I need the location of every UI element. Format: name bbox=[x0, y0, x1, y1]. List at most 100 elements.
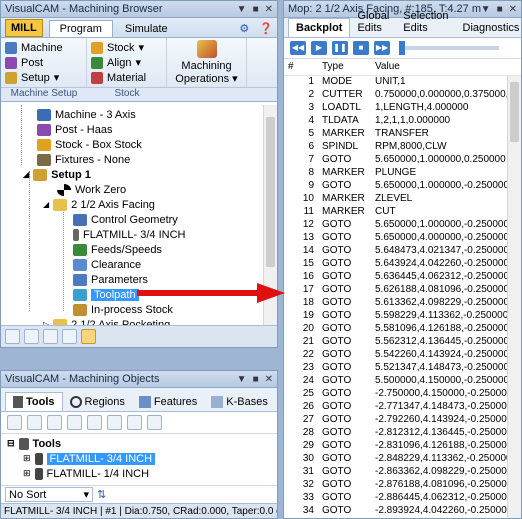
tab-features[interactable]: Features bbox=[132, 393, 204, 411]
pin-icon[interactable]: ▼ bbox=[481, 4, 491, 15]
tree-item-setup[interactable]: ◢ Setup 1 bbox=[23, 167, 91, 182]
tree-item-clearance[interactable]: Clearance bbox=[73, 257, 141, 272]
backplot-row[interactable]: 12 GOTO 5.650000,1.000000,-0.250000 bbox=[284, 219, 507, 231]
tree-item-machine[interactable]: Machine - 3 Axis bbox=[37, 107, 136, 122]
backplot-row[interactable]: 29 GOTO -2.831096,4.126188,-0.250000 bbox=[284, 440, 507, 452]
backplot-row[interactable]: 17 GOTO 5.626188,4.081096,-0.250000 bbox=[284, 284, 507, 296]
align-button[interactable]: Align ▾ bbox=[91, 55, 162, 70]
backplot-row[interactable]: 34 GOTO -2.893924,4.042260,-0.250000 bbox=[284, 505, 507, 517]
tool-button-2[interactable] bbox=[27, 415, 42, 430]
backplot-row[interactable]: 30 GOTO -2.848229,4.113362,-0.250000 bbox=[284, 453, 507, 465]
backplot-row[interactable]: 27 GOTO -2.792260,4.143924,-0.250000 bbox=[284, 414, 507, 426]
tools-root[interactable]: ⊟ Tools bbox=[7, 436, 61, 451]
forward-icon[interactable]: ▶▶ bbox=[374, 41, 390, 55]
tab-selection-edits[interactable]: Selection Edits bbox=[396, 7, 455, 37]
pin-icon[interactable]: ▼ bbox=[237, 4, 247, 15]
backplot-row[interactable]: 23 GOTO 5.521347,4.148473,-0.250000 bbox=[284, 362, 507, 374]
toolbar-button-3[interactable] bbox=[43, 329, 58, 344]
dock-icon[interactable]: ■ bbox=[497, 4, 503, 15]
scroll-thumb[interactable] bbox=[266, 117, 275, 267]
pin-icon[interactable]: ▼ bbox=[237, 374, 247, 385]
backplot-row[interactable]: 21 GOTO 5.562312,4.136445,-0.250000 bbox=[284, 336, 507, 348]
backplot-row[interactable]: 25 GOTO -2.750000,4.150000,-0.250000 bbox=[284, 388, 507, 400]
tab-tools[interactable]: Tools bbox=[5, 391, 63, 411]
tab-diagnostics[interactable]: Diagnostics bbox=[456, 19, 521, 37]
tree-item-tool[interactable]: FLATMILL- 3/4 INCH bbox=[73, 227, 186, 242]
backplot-row[interactable]: 15 GOTO 5.643924,4.042260,-0.250000 bbox=[284, 258, 507, 270]
tool-button-7[interactable] bbox=[127, 415, 142, 430]
backplot-row[interactable]: 28 GOTO -2.812312,4.136445,-0.250000 bbox=[284, 427, 507, 439]
material-button[interactable]: Material bbox=[91, 70, 162, 85]
tool-item-1[interactable]: ⊞ FLATMILL- 3/4 INCH bbox=[23, 451, 156, 466]
backplot-row[interactable]: 10 MARKER ZLEVEL bbox=[284, 193, 412, 205]
tool-button-3[interactable] bbox=[47, 415, 62, 430]
collapse-icon[interactable]: ◢ bbox=[23, 170, 29, 179]
backplot-row[interactable]: 32 GOTO -2.876188,4.081096,-0.250000 bbox=[284, 479, 507, 491]
tool-button-8[interactable] bbox=[147, 415, 162, 430]
sort-select[interactable]: No Sort ▾ bbox=[5, 487, 93, 502]
backplot-row[interactable]: 16 GOTO 5.636445,4.062312,-0.250000 bbox=[284, 271, 507, 283]
dock-icon[interactable]: ■ bbox=[253, 374, 259, 385]
backplot-row[interactable]: 14 GOTO 5.648473,4.021347,-0.250000 bbox=[284, 245, 507, 257]
backplot-row[interactable]: 33 GOTO -2.886445,4.062312,-0.250000 bbox=[284, 492, 507, 504]
toolbar-button-5[interactable] bbox=[81, 329, 96, 344]
backplot-row[interactable]: 19 GOTO 5.598229,4.113362,-0.250000 bbox=[284, 310, 507, 322]
tab-simulate[interactable]: Simulate bbox=[115, 21, 178, 37]
expand-icon[interactable]: ⊞ bbox=[23, 453, 31, 464]
progress-slider[interactable] bbox=[399, 41, 499, 55]
backplot-row[interactable]: 9 GOTO 5.650000,1.000000,-0.250000 bbox=[284, 180, 507, 192]
tab-regions[interactable]: Regions bbox=[63, 393, 132, 411]
backplot-row[interactable]: 5 MARKER TRANSFER bbox=[284, 128, 428, 140]
backplot-row[interactable]: 26 GOTO -2.771347,4.148473,-0.250000 bbox=[284, 401, 507, 413]
backplot-row[interactable]: 11 MARKER CUT bbox=[284, 206, 396, 218]
backplot-row[interactable]: 24 GOTO 5.500000,4.150000,-0.250000 bbox=[284, 375, 507, 387]
play-icon[interactable]: ▶ bbox=[311, 41, 327, 55]
backplot-row[interactable]: 1 MODE UNIT,1 bbox=[284, 76, 405, 88]
backplot-row[interactable]: 8 MARKER PLUNGE bbox=[284, 167, 416, 179]
tree-item-fixtures[interactable]: Fixtures - None bbox=[37, 152, 130, 167]
toolbar-button-4[interactable] bbox=[62, 329, 77, 344]
backplot-row[interactable]: 6 SPINDL RPM,8000,CLW bbox=[284, 141, 446, 153]
tree-item-work-zero[interactable]: Work Zero bbox=[57, 182, 126, 197]
tab-global-edits[interactable]: Global Edits bbox=[350, 7, 396, 37]
tree-item-stock[interactable]: Stock - Box Stock bbox=[37, 137, 142, 152]
stock-button[interactable]: Stock ▾ bbox=[91, 40, 162, 55]
tree-item-post[interactable]: Post - Haas bbox=[37, 122, 112, 137]
backplot-row[interactable]: 13 GOTO 5.650000,4.000000,-0.250000 bbox=[284, 232, 507, 244]
backplot-row[interactable]: 18 GOTO 5.613362,4.098229,-0.250000 bbox=[284, 297, 507, 309]
collapse-icon[interactable]: ⊟ bbox=[7, 438, 15, 449]
close-icon[interactable]: ✕ bbox=[509, 4, 517, 15]
tree-item-toolpath[interactable]: Toolpath bbox=[73, 287, 139, 302]
toolbar-button-2[interactable] bbox=[24, 329, 39, 344]
scroll-thumb[interactable] bbox=[510, 82, 519, 142]
tree-item-facing[interactable]: ◢ 2 1/2 Axis Facing bbox=[43, 197, 155, 212]
collapse-icon[interactable]: ◢ bbox=[43, 200, 49, 209]
backplot-scrollbar[interactable] bbox=[507, 76, 521, 518]
machine-button[interactable]: Machine bbox=[5, 40, 82, 55]
dock-icon[interactable]: ■ bbox=[253, 4, 259, 15]
mill-badge[interactable]: MILL bbox=[5, 19, 43, 37]
tree-item-inprocess-stock[interactable]: In-process Stock bbox=[73, 302, 173, 317]
backplot-row[interactable]: 22 GOTO 5.542260,4.143924,-0.250000 bbox=[284, 349, 507, 361]
tree-item-feeds-speeds[interactable]: Feeds/Speeds bbox=[73, 242, 162, 257]
sort-icon[interactable]: ⇅ bbox=[97, 488, 106, 501]
toolbar-button-1[interactable] bbox=[5, 329, 20, 344]
backplot-row[interactable]: 31 GOTO -2.863362,4.098229,-0.250000 bbox=[284, 466, 507, 478]
backplot-row[interactable]: 3 LOADTL 1,LENGTH,4.000000 bbox=[284, 102, 468, 114]
backplot-row[interactable]: 4 TLDATA 1,2,1,1,0.000000 bbox=[284, 115, 450, 127]
close-icon[interactable]: ✕ bbox=[265, 374, 273, 385]
expand-icon[interactable]: ⊞ bbox=[23, 468, 31, 479]
tab-backplot[interactable]: Backplot bbox=[288, 18, 351, 37]
setup-button[interactable]: Setup ▾ bbox=[5, 70, 82, 85]
help-icon[interactable]: ⚙ bbox=[235, 20, 253, 37]
backplot-row[interactable]: 7 GOTO 5.650000,1.000000,0.250000 bbox=[284, 154, 505, 166]
stop-icon[interactable]: ■ bbox=[353, 41, 369, 55]
backplot-row[interactable]: 2 CUTTER 0.750000,0.000000,0.375000,0.0000… bbox=[284, 89, 507, 101]
machining-operations-button[interactable]: Machining Operations ▾ bbox=[167, 38, 247, 87]
tab-program[interactable]: Program bbox=[48, 20, 113, 37]
close-icon[interactable]: ✕ bbox=[265, 4, 273, 15]
tool-button-4[interactable] bbox=[67, 415, 82, 430]
tool-item-2[interactable]: ⊞ FLATMILL- 1/4 INCH bbox=[23, 466, 149, 481]
tool-button-6[interactable] bbox=[107, 415, 122, 430]
tool-button-1[interactable] bbox=[7, 415, 22, 430]
